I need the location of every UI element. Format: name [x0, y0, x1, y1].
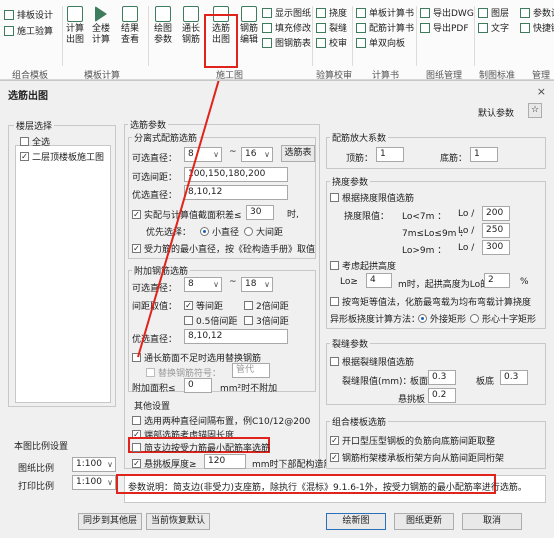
ribbon-calc-draw-button[interactable]: 计算 出图	[64, 6, 86, 46]
highlight-box	[204, 14, 238, 68]
deflection-icon	[316, 7, 326, 18]
construction-check-icon	[4, 25, 14, 36]
export-pdf-icon	[420, 22, 430, 33]
ribbon-params-button[interactable]: 参数设	[520, 6, 554, 19]
ribbon-separator	[416, 6, 417, 66]
ribbon-draw-params-button[interactable]: 绘图 参数	[152, 6, 174, 46]
ribbon-separator	[148, 6, 149, 66]
rebar-calc-book-icon	[356, 22, 366, 33]
rebar-edit-icon	[241, 6, 257, 22]
ribbon-fill-modify-button[interactable]: 填充修改	[262, 21, 311, 34]
layout-design-icon	[4, 9, 14, 20]
ribbon-rebar-edit-button[interactable]: 钢筋 编辑	[238, 6, 260, 46]
crack-icon	[316, 22, 326, 33]
result-icon	[122, 6, 138, 22]
play-icon	[95, 6, 107, 22]
ribbon-whole-building-calc-button[interactable]: 全楼 计算	[90, 6, 112, 46]
ribbon-separator	[62, 6, 63, 66]
ribbon-rebar-table-button[interactable]: 图钢筋表	[262, 36, 311, 49]
one-two-way-icon	[356, 37, 366, 48]
show-drawing-icon	[262, 7, 272, 18]
ribbon-rebar-calc-book-button[interactable]: 配筋计算书	[356, 21, 414, 34]
layer-icon	[478, 7, 488, 18]
rebar-table-icon	[262, 37, 272, 48]
ribbon-crack-button[interactable]: 裂缝	[316, 21, 347, 34]
ribbon-text-button[interactable]: 文字	[478, 21, 509, 34]
ribbon-deflection-button[interactable]: 挠度	[316, 6, 347, 19]
ribbon-shortcut-button[interactable]: 快捷键	[520, 21, 554, 34]
ribbon-separator	[352, 6, 353, 66]
ribbon-export-pdf-button[interactable]: 导出PDF	[420, 21, 469, 34]
ribbon-construction-check-button[interactable]: 施工验算	[4, 24, 53, 37]
annotation-line	[137, 81, 220, 358]
ribbon-single-calc-book-button[interactable]: 单板计算书	[356, 6, 414, 19]
select-rebar-dialog: 选筋出图 × 默认参数 ☆ 楼层选择 全选 ✓ 二层顶楼板施工图 本图比例设置 图…	[0, 80, 554, 537]
ribbon-toolbar: 排板设计 施工验算 计算 出图 全楼 计算 结果 查看 绘图 参数 通长 钢筋 …	[0, 0, 554, 81]
draw-params-icon	[155, 6, 171, 22]
long-rebar-icon	[183, 6, 199, 22]
ribbon-separator	[474, 6, 475, 66]
export-dwg-icon	[420, 7, 430, 18]
ribbon-one-two-way-button[interactable]: 单双向板	[356, 36, 405, 49]
ribbon-layer-button[interactable]: 图层	[478, 6, 509, 19]
ribbon-result-view-button[interactable]: 结果 查看	[119, 6, 141, 46]
single-calc-book-icon	[356, 7, 366, 18]
shortcut-icon	[520, 22, 530, 33]
calc-icon	[67, 6, 83, 22]
ribbon-export-dwg-button[interactable]: 导出DWG	[420, 6, 474, 19]
ribbon-show-drawing-button[interactable]: 显示图纸	[262, 6, 311, 19]
fill-modify-icon	[262, 22, 272, 33]
text-icon	[478, 22, 488, 33]
ribbon-layout-design-button[interactable]: 排板设计	[4, 8, 53, 21]
review-icon	[316, 37, 326, 48]
params-icon	[520, 7, 530, 18]
ribbon-separator	[312, 6, 313, 66]
ribbon-review-button[interactable]: 校审	[316, 36, 347, 49]
ribbon-long-rebar-button[interactable]: 通长 钢筋	[180, 6, 202, 46]
